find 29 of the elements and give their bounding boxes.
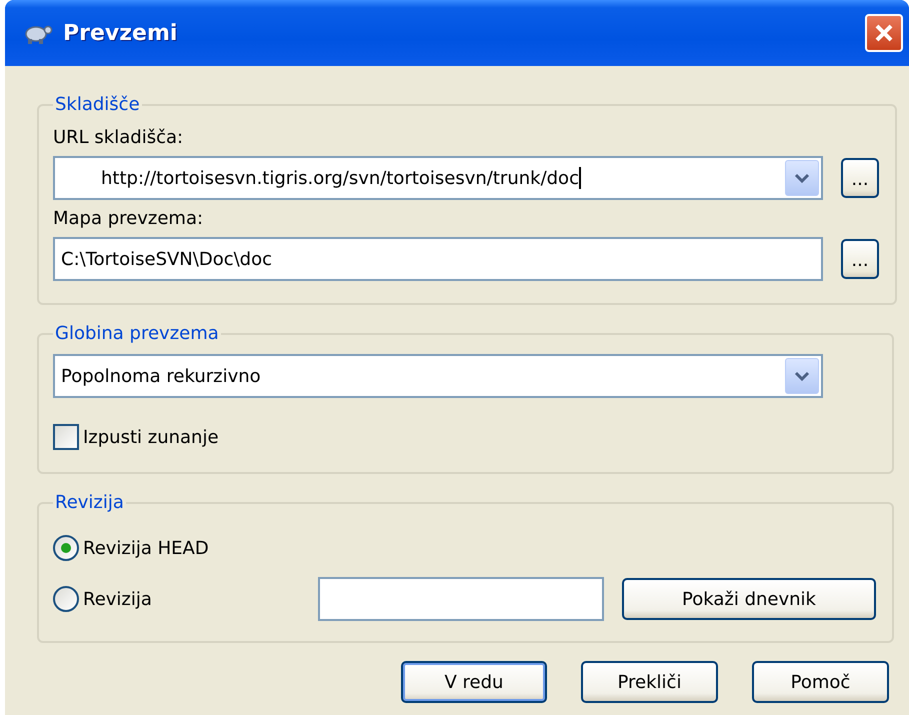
chevron-icon — [794, 172, 810, 184]
dropdown-button[interactable] — [785, 160, 819, 196]
browse-button[interactable]: ... — [841, 158, 879, 198]
group-title: Globina prevzema — [54, 323, 220, 344]
dialog-button[interactable]: V redu — [401, 661, 547, 703]
group-title: Skladišče — [54, 94, 141, 115]
dialog-button[interactable]: Pomoč — [752, 661, 889, 703]
show-log-button[interactable]: Pokaži dnevnik — [622, 578, 876, 620]
folder-field[interactable]: C:\TortoiseSVN\Doc\doc — [53, 237, 823, 281]
text-cursor — [578, 167, 581, 189]
field-label: Mapa prevzema: — [53, 208, 204, 229]
close-icon — [873, 22, 895, 44]
window-title: Prevzemi — [63, 20, 178, 46]
revision-field[interactable] — [318, 577, 604, 621]
browse-button[interactable]: ... — [841, 239, 879, 279]
depth-combo-field[interactable]: Popolnoma rekurzivno — [53, 354, 823, 398]
radio-label: Revizija HEAD — [83, 538, 209, 558]
radio-label: Revizija — [83, 588, 152, 610]
field-label: URL skladišča: — [53, 127, 184, 148]
radio-button[interactable] — [53, 535, 79, 561]
close-button[interactable] — [865, 14, 903, 52]
chevron-icon — [794, 370, 810, 382]
dropdown-button[interactable] — [785, 358, 819, 394]
radio-button[interactable] — [53, 586, 79, 612]
group-title: Revizija — [54, 492, 125, 513]
checkbox[interactable] — [53, 424, 79, 450]
checkbox-label: Izpusti zunanje — [83, 426, 219, 448]
dialog-button[interactable]: Prekliči — [581, 661, 718, 703]
url-combo-field[interactable]: http://tortoisesvn.tigris.org/svn/tortoisesvn/trunk/doc — [53, 156, 823, 200]
